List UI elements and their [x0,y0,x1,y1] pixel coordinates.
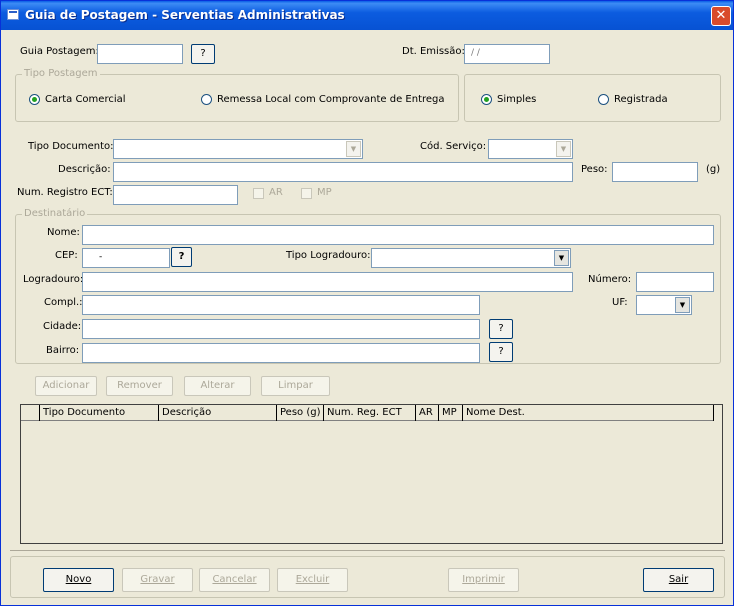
close-icon[interactable]: ✕ [711,6,731,26]
simples-label: Simples [497,94,537,105]
destinatario-caption: Destinatário [22,208,88,219]
col-tipo-documento[interactable]: Tipo Documento [40,405,159,421]
logradouro-label: Logradouro: [23,274,84,285]
radio-simples[interactable] [481,94,492,105]
ar-label: AR [269,187,283,198]
guia-help-button[interactable]: ? [191,44,215,64]
nome-input[interactable] [82,225,714,245]
descricao-input[interactable] [113,162,573,182]
tipo-logradouro-label: Tipo Logradouro: [286,250,371,261]
mp-label: MP [317,187,332,198]
cidade-label: Cidade: [43,321,82,332]
adicionar-button[interactable]: Adicionar [35,376,97,396]
tipo-logradouro-select[interactable]: ▼ [371,248,571,268]
main-window: Guia de Postagem - Serventias Administra… [0,0,734,606]
cod-servico-label: Cód. Serviço: [420,141,487,152]
uf-select[interactable]: ▼ [636,295,692,315]
gravar-button[interactable]: Gravar [122,568,193,592]
bairro-help-button[interactable]: ? [489,342,513,362]
remessa-local-label: Remessa Local com Comprovante de Entrega [217,94,445,105]
gravar-button-label: Gravar [140,574,175,585]
chevron-down-icon: ▼ [675,297,690,313]
bairro-input[interactable] [82,343,480,363]
app-icon [7,9,19,20]
imprimir-button[interactable]: Imprimir [448,568,519,592]
carta-comercial-label: Carta Comercial [45,94,126,105]
numero-input[interactable] [636,272,714,292]
imprimir-button-label: Imprimir [462,574,505,585]
dt-emissao-value: / / [471,48,480,58]
sair-button-label: Sair [668,574,689,585]
excluir-button-label: Excluir [295,574,330,585]
guia-postagem-input[interactable] [97,44,183,64]
mp-checkbox[interactable] [301,188,312,199]
col-ar[interactable]: AR [416,405,439,421]
cep-value: - [99,252,103,262]
ar-checkbox[interactable] [253,188,264,199]
window-title: Guia de Postagem - Serventias Administra… [25,8,345,22]
dt-emissao-input[interactable]: / / [464,44,550,64]
cidade-help-button[interactable]: ? [489,319,513,339]
col-peso[interactable]: Peso (g) [277,405,324,421]
descricao-label: Descrição: [58,164,111,175]
col-descricao[interactable]: Descrição [159,405,277,421]
peso-input[interactable] [612,162,698,182]
nome-label: Nome: [47,227,80,238]
cep-help-button[interactable]: ? [171,247,192,267]
footer-bar [10,556,725,598]
cep-label: CEP: [55,250,78,261]
remover-button[interactable]: Remover [106,376,173,396]
footer-divider [10,550,725,551]
numero-label: Número: [588,274,632,285]
logradouro-input[interactable] [82,272,573,292]
excluir-button[interactable]: Excluir [277,568,348,592]
col-mp[interactable]: MP [439,405,463,421]
novo-button-label: Novo [65,574,92,585]
cidade-input[interactable] [82,319,480,339]
cancelar-button-label: Cancelar [212,574,257,585]
dt-emissao-label: Dt. Emissão: [402,46,465,57]
documents-table[interactable]: Tipo Documento Descrição Peso (g) Num. R… [20,404,723,544]
guia-postagem-label: Guia Postagem: [20,46,99,57]
table-header: Tipo Documento Descrição Peso (g) Num. R… [21,405,714,421]
cep-input[interactable]: - [82,248,170,268]
col-nome-dest[interactable]: Nome Dest. [463,405,714,421]
sair-button[interactable]: Sair [643,568,714,592]
compl-label: Compl.: [44,297,83,308]
title-bar[interactable]: Guia de Postagem - Serventias Administra… [1,1,733,30]
peso-unit: (g) [706,164,721,175]
num-registro-input[interactable] [113,185,238,205]
registrada-label: Registrada [614,94,668,105]
alterar-button[interactable]: Alterar [184,376,251,396]
tipo-documento-select[interactable]: ▼ [113,139,363,159]
novo-button[interactable]: Novo [43,568,114,592]
radio-remessa-local[interactable] [201,94,212,105]
chevron-down-icon: ▼ [346,141,361,157]
compl-input[interactable] [82,295,480,315]
num-registro-label: Num. Registro ECT: [17,187,113,198]
cancelar-button[interactable]: Cancelar [199,568,270,592]
limpar-button[interactable]: Limpar [261,376,330,396]
chevron-down-icon: ▼ [554,250,569,266]
uf-label: UF: [612,297,628,308]
tipo-documento-label: Tipo Documento: [28,141,114,152]
radio-carta-comercial[interactable] [29,94,40,105]
radio-registrada[interactable] [598,94,609,105]
cod-servico-select[interactable]: ▼ [488,139,573,159]
tipo-postagem-caption: Tipo Postagem [22,68,100,79]
row-selector-header [21,405,40,421]
chevron-down-icon: ▼ [556,141,571,157]
peso-label: Peso: [581,164,608,175]
col-num-reg[interactable]: Num. Reg. ECT [324,405,416,421]
bairro-label: Bairro: [46,345,80,356]
